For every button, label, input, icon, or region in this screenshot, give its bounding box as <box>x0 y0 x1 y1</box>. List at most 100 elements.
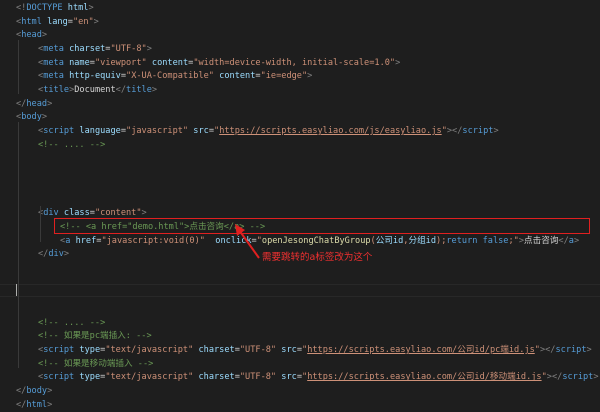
code-token: </ <box>16 386 27 397</box>
code-token: > <box>47 386 53 397</box>
code-token: </ <box>16 399 27 410</box>
code-line[interactable]: <html lang="en"> <box>0 16 600 29</box>
code-token: "UTF-8" <box>239 372 277 383</box>
annotation-label: 需要跳转的a标签改为这个 <box>262 252 373 263</box>
code-line[interactable]: <title>Document</title> <box>0 84 600 97</box>
code-token: > <box>593 372 599 383</box>
code-line[interactable]: <head> <box>0 29 600 42</box>
code-token: 分组id <box>408 235 437 246</box>
code-line[interactable]: <meta name="viewport" content="width=dev… <box>0 57 600 70</box>
code-line[interactable]: </body> <box>0 385 600 398</box>
code-token: ></ <box>546 372 563 383</box>
code-line[interactable] <box>0 262 600 275</box>
code-line[interactable] <box>0 289 600 302</box>
code-line[interactable] <box>0 152 600 165</box>
code-token: > <box>146 44 152 55</box>
code-editor[interactable]: <!DOCTYPE html> <html lang="en"> <head> <me… <box>0 0 600 410</box>
code-line[interactable]: <body> <box>0 111 600 124</box>
code-token: meta <box>43 44 64 55</box>
code-token: http-equiv <box>69 71 121 82</box>
code-token: src <box>281 345 297 355</box>
indent-guide <box>18 122 19 368</box>
code-line[interactable]: <script language="javascript" src="https… <box>0 125 600 138</box>
code-line[interactable] <box>0 303 600 316</box>
code-line[interactable]: <!-- .... --> <box>0 317 600 330</box>
code-token: > <box>151 85 158 96</box>
code-line[interactable]: <!-- .... --> <box>0 139 600 152</box>
code-token: false <box>482 235 509 246</box>
code-token: > <box>493 126 499 137</box>
code-token: "javascript:void(0)" <box>101 235 205 246</box>
code-token: script <box>562 372 594 383</box>
code-token: Document <box>74 85 116 96</box>
code-token: type <box>79 372 101 383</box>
code-token: language <box>79 126 121 137</box>
code-token: <!-- .... --> <box>38 317 106 328</box>
indent-guide <box>40 206 41 242</box>
code-line[interactable]: <meta charset="UTF-8"> <box>0 43 600 56</box>
code-token: script <box>43 345 75 355</box>
code-token: <! <box>16 3 27 13</box>
code-line[interactable]: </head> <box>0 98 600 111</box>
code-token: html <box>21 16 42 27</box>
code-token: meta <box>43 71 64 82</box>
code-token: head <box>26 98 48 109</box>
code-token: name <box>69 57 90 68</box>
annotation-highlight-box <box>54 218 590 234</box>
code-token: lang <box>47 16 68 27</box>
code-line[interactable]: <!-- 如果是pc端插入: --> <box>0 330 600 343</box>
code-token: "en" <box>72 16 94 27</box>
code-line[interactable]: <meta http-equiv="X-UA-Compatible" conte… <box>0 70 600 83</box>
code-token: <!-- 如果是移动端插入 --> <box>38 358 154 369</box>
code-token: > <box>41 30 48 41</box>
code-token: ); <box>436 235 447 246</box>
code-line[interactable]: <script type="text/javascript" charset="… <box>0 344 600 357</box>
code-token: "width=device-width, initial-scale=1.0" <box>193 57 396 68</box>
code-token: > <box>573 235 580 246</box>
code-line[interactable]: <script type="text/javascript" charset="… <box>0 371 600 384</box>
code-token: "javascript" <box>126 126 189 137</box>
code-line[interactable]: <!DOCTYPE html> <box>0 2 600 15</box>
code-token: https://scripts.easyliao.com/公司id/pc端id.… <box>307 345 535 355</box>
code-token: > <box>93 16 99 27</box>
code-line[interactable]: </html> <box>0 399 600 412</box>
code-token: head <box>21 30 42 41</box>
code-line[interactable] <box>0 166 600 179</box>
code-line[interactable]: <a href="javascript:void(0)" onclick="op… <box>0 235 600 248</box>
code-token: > <box>41 112 48 123</box>
code-token: return <box>446 235 478 246</box>
code-token: ;" <box>508 235 519 246</box>
code-token: > <box>88 3 94 13</box>
code-token: 点击咨询 <box>524 235 559 246</box>
code-token: title <box>126 85 152 96</box>
code-token: "X-UA-Compatible" <box>126 71 214 82</box>
code-token: > <box>395 57 401 68</box>
code-line[interactable] <box>0 276 600 289</box>
code-line[interactable] <box>0 180 600 193</box>
code-token: src <box>281 372 297 383</box>
code-token: > <box>586 345 592 355</box>
code-token: title <box>43 85 70 96</box>
code-token: div <box>48 249 64 260</box>
code-token: "UTF-8" <box>239 345 277 355</box>
code-token: </ <box>38 249 49 260</box>
code-token: </ <box>16 98 27 109</box>
code-token: "content" <box>94 208 142 219</box>
code-token: > <box>307 71 313 82</box>
code-token: content <box>151 57 189 68</box>
code-token: body <box>21 112 42 123</box>
code-token: DOCTYPE <box>26 3 63 13</box>
code-token: > <box>47 399 53 410</box>
code-line[interactable] <box>0 194 600 207</box>
code-token: charset <box>198 345 235 355</box>
code-line[interactable]: <!-- 如果是移动端插入 --> <box>0 358 600 371</box>
code-token: href <box>75 235 97 246</box>
code-token: ></ <box>539 345 556 355</box>
code-token: script <box>555 345 587 355</box>
code-token: div <box>43 208 59 219</box>
code-token: script <box>462 126 494 137</box>
code-token: <!-- .... --> <box>38 139 106 150</box>
code-token: "ie=edge" <box>260 71 308 82</box>
indent-guide <box>18 40 19 94</box>
